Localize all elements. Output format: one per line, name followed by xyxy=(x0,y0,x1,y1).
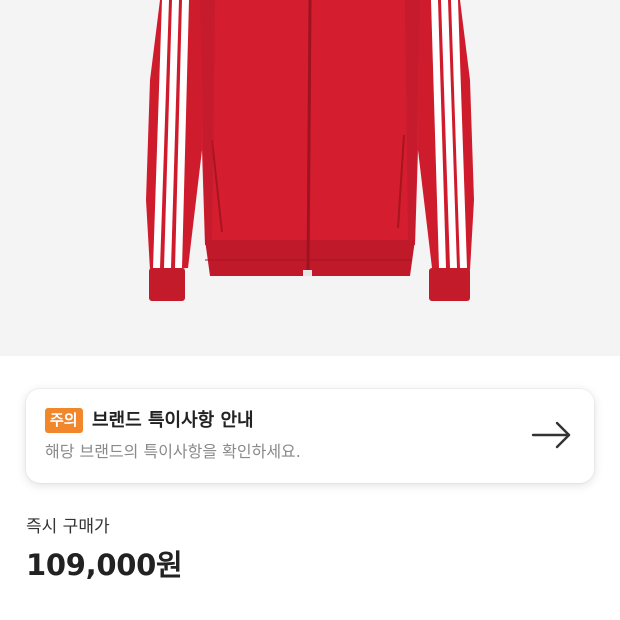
warning-badge: 주의 xyxy=(45,408,83,433)
arrow-right-icon[interactable] xyxy=(531,420,573,450)
red-track-jacket-image xyxy=(146,0,474,301)
brand-notice-card[interactable]: 주의 브랜드 특이사항 안내 해당 브랜드의 특이사항을 확인하세요. xyxy=(26,389,594,483)
notice-description: 해당 브랜드의 특이사항을 확인하세요. xyxy=(45,442,301,461)
notice-title: 브랜드 특이사항 안내 xyxy=(92,410,254,431)
instant-buy-price-label: 즉시 구매가 xyxy=(26,517,110,537)
instant-buy-price: 109,000원 xyxy=(26,548,183,582)
product-image[interactable] xyxy=(0,0,620,356)
